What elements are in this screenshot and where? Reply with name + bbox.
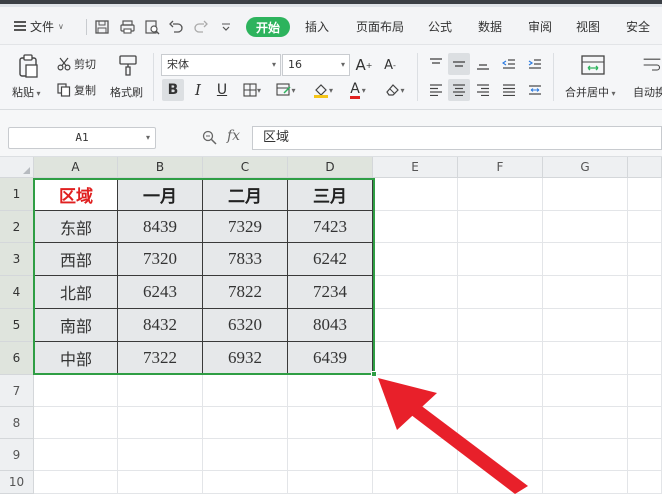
annotation-arrow-layer [378, 378, 528, 494]
red-arrow-pointer [378, 378, 528, 494]
